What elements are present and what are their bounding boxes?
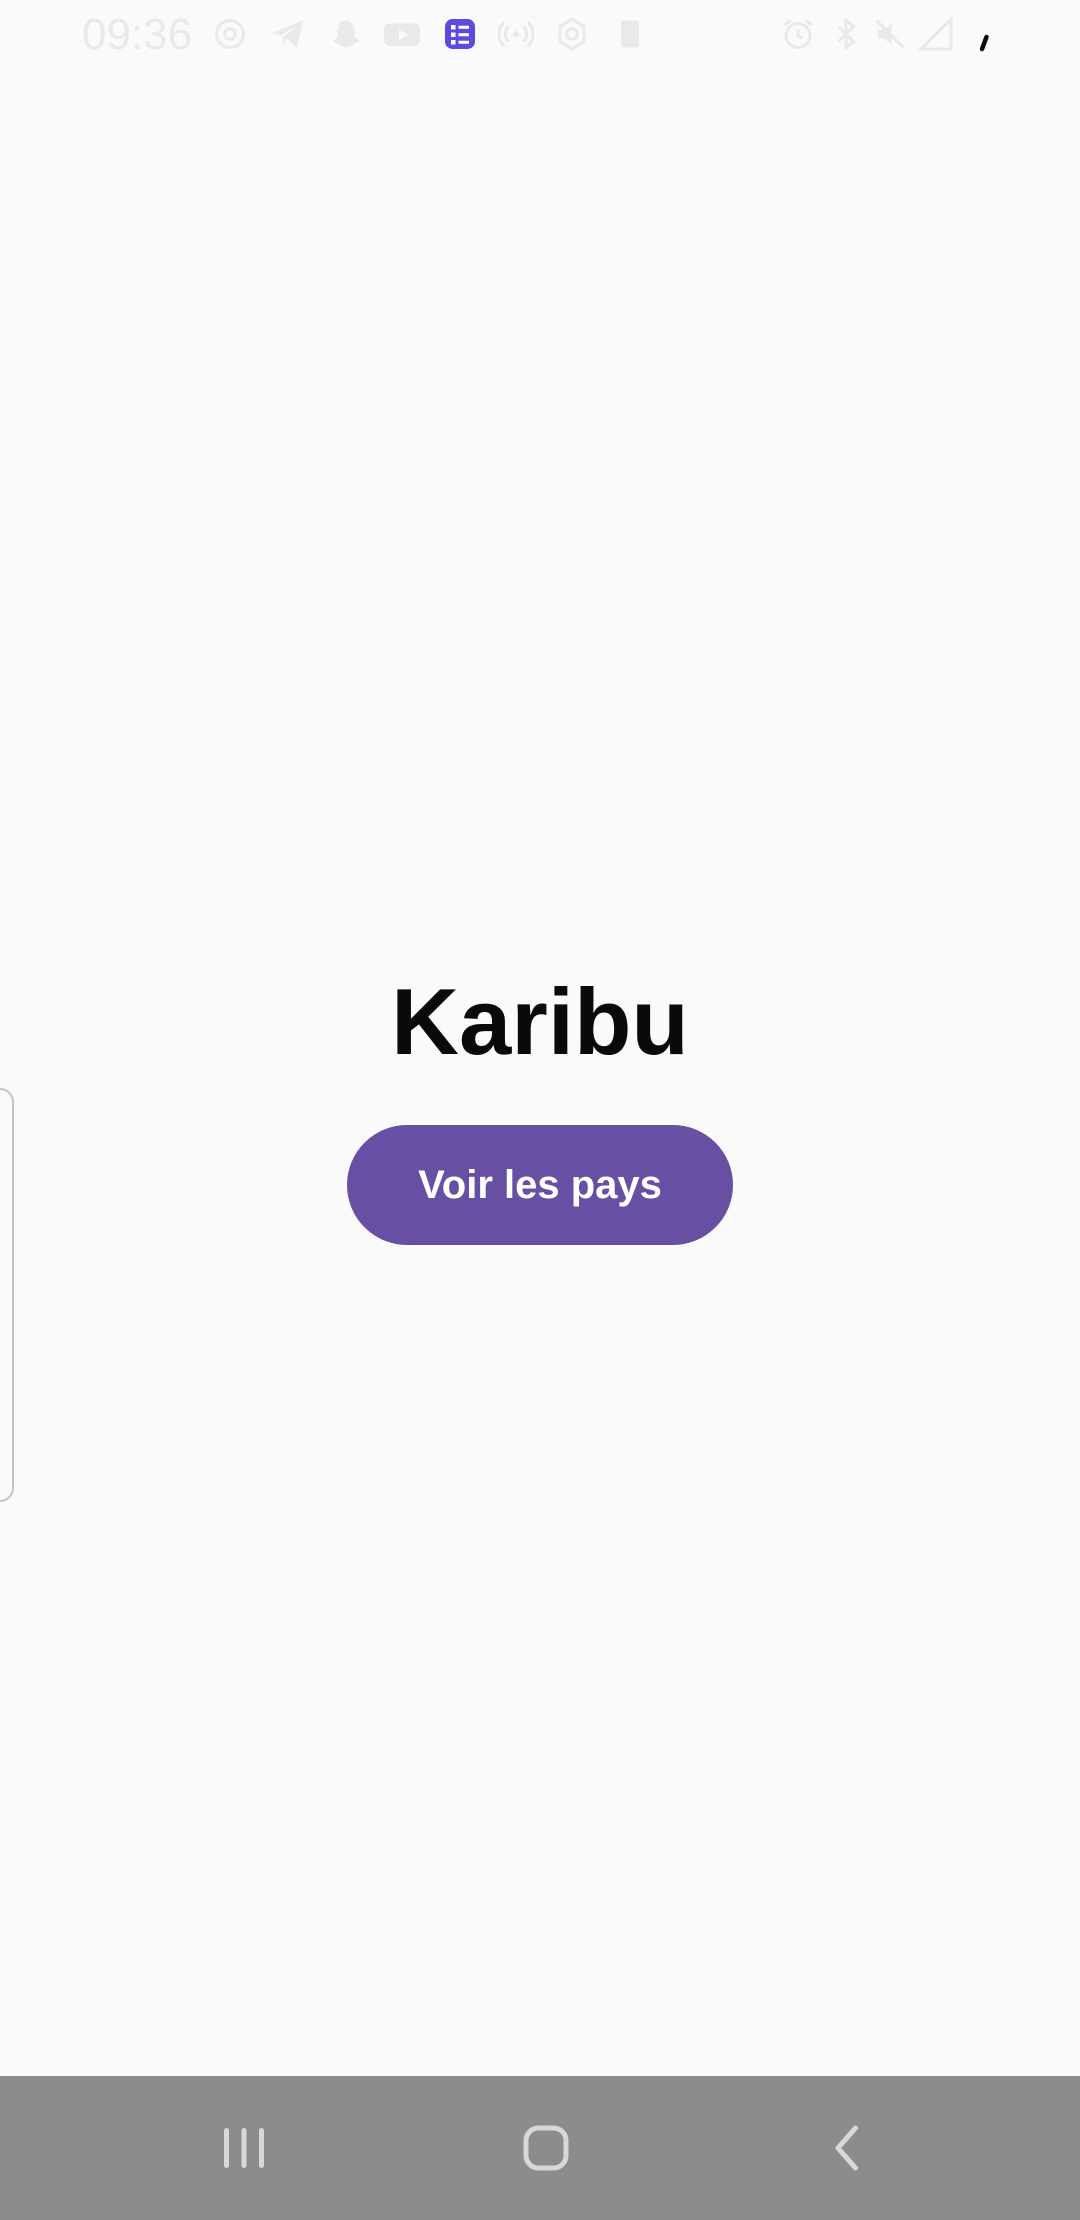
telegram-icon: [270, 16, 306, 52]
back-icon: [835, 2125, 858, 2171]
home-button[interactable]: [504, 2106, 588, 2190]
recent-apps-button[interactable]: [202, 2106, 286, 2190]
home-icon: [523, 2125, 569, 2171]
edge-panel-handle[interactable]: [0, 1088, 14, 1502]
bluetooth-icon: [828, 16, 864, 52]
task-list-icon: [442, 16, 478, 52]
at-sign-icon: [212, 16, 248, 52]
youtube-icon: [380, 16, 424, 52]
page-title: Karibu: [391, 969, 689, 1074]
alarm-icon: [780, 16, 816, 52]
signal-icon: [917, 15, 954, 52]
navigation-bar: [0, 2076, 1080, 2220]
recent-apps-icon: [224, 2128, 264, 2168]
status-time: 09:36: [82, 10, 193, 59]
clipboard-icon: [612, 16, 648, 52]
settings-gear-icon: [554, 16, 590, 52]
back-button[interactable]: [806, 2106, 890, 2190]
battery-icon: [976, 16, 1000, 52]
view-countries-button[interactable]: Voir les pays: [347, 1125, 733, 1245]
mute-icon: [872, 16, 908, 52]
status-bar: 09:36: [0, 0, 1080, 72]
snapchat-icon: [328, 16, 364, 52]
app-screen: 09:36 Karibu Voir les pays: [0, 0, 1080, 2220]
hotspot-icon: [497, 16, 535, 52]
